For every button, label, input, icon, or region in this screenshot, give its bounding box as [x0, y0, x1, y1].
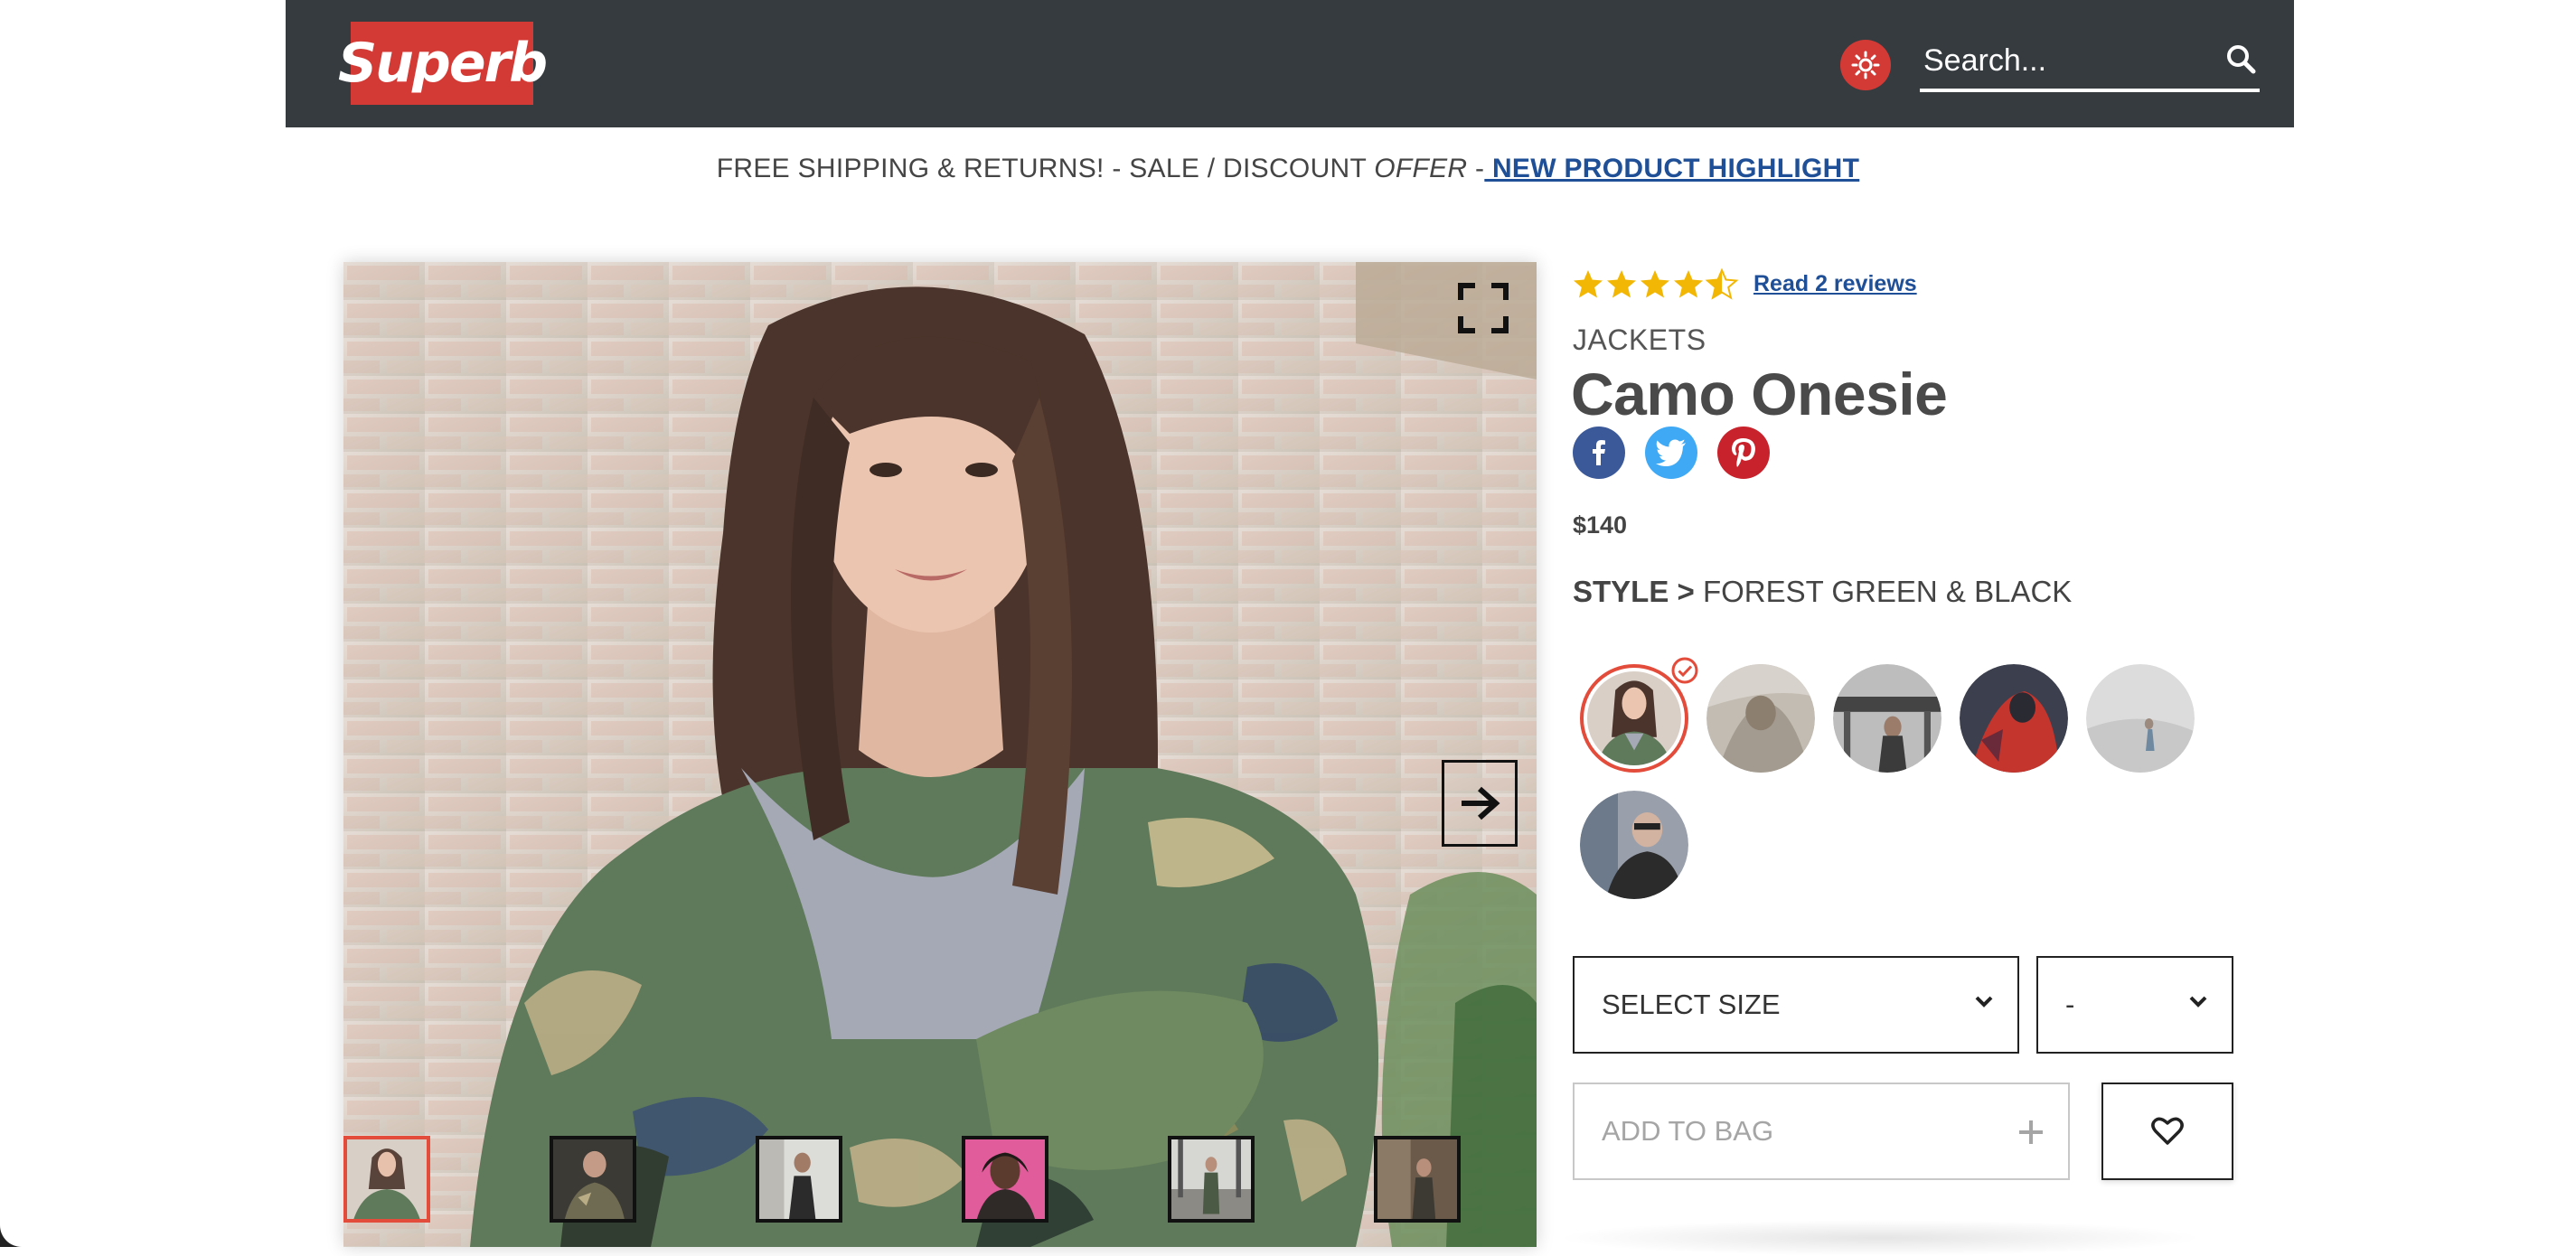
- fullscreen-icon[interactable]: [1457, 282, 1509, 334]
- gallery-thumbnail[interactable]: [962, 1136, 1048, 1223]
- add-to-bag-button[interactable]: ADD TO BAG: [1573, 1083, 2070, 1180]
- style-label: STYLE >: [1573, 575, 1695, 608]
- arrow-right-icon: [1462, 786, 1500, 820]
- top-nav-bar: Superb: [286, 0, 2294, 127]
- selected-check-icon: [1671, 657, 1698, 684]
- promo-dash: -: [1467, 154, 1485, 183]
- style-swatch[interactable]: [2086, 664, 2195, 773]
- search-icon[interactable]: [2223, 42, 2260, 78]
- product-gallery: [343, 262, 1537, 1247]
- style-swatch[interactable]: [1580, 791, 1688, 899]
- chevron-down-icon: [2189, 996, 2207, 1008]
- twitter-icon: [1656, 439, 1686, 466]
- quantity-select[interactable]: -: [2036, 956, 2233, 1054]
- size-select-value: SELECT SIZE: [1602, 989, 1781, 1020]
- quantity-select-value: -: [2065, 989, 2075, 1020]
- product-category: JACKETS: [1573, 323, 1706, 356]
- add-to-bag-label: ADD TO BAG: [1602, 1115, 1774, 1147]
- brand-logo[interactable]: Superb: [338, 22, 548, 105]
- gallery-thumbnail[interactable]: [1168, 1136, 1255, 1223]
- star-rating: [1574, 269, 1737, 299]
- theme-toggle-button[interactable]: [1840, 40, 1891, 90]
- gallery-thumbnail[interactable]: [1374, 1136, 1461, 1223]
- brand-logo-text: Superb: [337, 32, 548, 95]
- promo-text: FREE SHIPPING & RETURNS! - SALE / DISCOU…: [716, 154, 1375, 183]
- facebook-share-button[interactable]: [1573, 426, 1625, 479]
- size-select[interactable]: SELECT SIZE: [1573, 956, 2019, 1054]
- style-swatch[interactable]: [1706, 664, 1815, 773]
- pinterest-share-button[interactable]: [1717, 426, 1770, 479]
- product-main-image: [343, 262, 1537, 1247]
- promo-link[interactable]: NEW PRODUCT HIGHLIGHT: [1484, 154, 1859, 183]
- gallery-thumbnail[interactable]: [756, 1136, 842, 1223]
- product-title: Camo Onesie: [1571, 361, 1948, 427]
- facebook-icon: [1593, 440, 1605, 465]
- section-shadow: [1555, 1220, 2205, 1256]
- next-image-button[interactable]: [1442, 760, 1518, 847]
- product-page: Superb FREE SHIPPING & RETURNS! - SALE /…: [0, 0, 2576, 1256]
- plus-icon: [2019, 1120, 2043, 1144]
- heart-icon: [2151, 1117, 2184, 1145]
- search-box: [1920, 33, 2260, 92]
- promo-banner: FREE SHIPPING & RETURNS! - SALE / DISCOU…: [0, 154, 2576, 184]
- style-swatch[interactable]: [1833, 664, 1941, 773]
- twitter-share-button[interactable]: [1645, 426, 1697, 479]
- pinterest-icon: [1732, 438, 1755, 467]
- gallery-thumbnail[interactable]: [550, 1136, 636, 1223]
- product-price: $140: [1573, 511, 1628, 539]
- wishlist-button[interactable]: [2101, 1083, 2233, 1180]
- style-swatch[interactable]: [1960, 664, 2068, 773]
- rating-row: Read 2 reviews: [1573, 266, 1917, 302]
- style-selection: STYLE > FOREST GREEN & BLACK: [1573, 575, 2072, 609]
- chevron-down-icon: [1975, 996, 1993, 1008]
- gallery-thumbnail[interactable]: [343, 1136, 430, 1223]
- style-value: FOREST GREEN & BLACK: [1694, 575, 2073, 608]
- reviews-link[interactable]: Read 2 reviews: [1753, 271, 1917, 297]
- promo-offer: OFFER: [1374, 154, 1468, 183]
- search-input[interactable]: [1922, 38, 2214, 83]
- sun-icon: [1851, 51, 1880, 80]
